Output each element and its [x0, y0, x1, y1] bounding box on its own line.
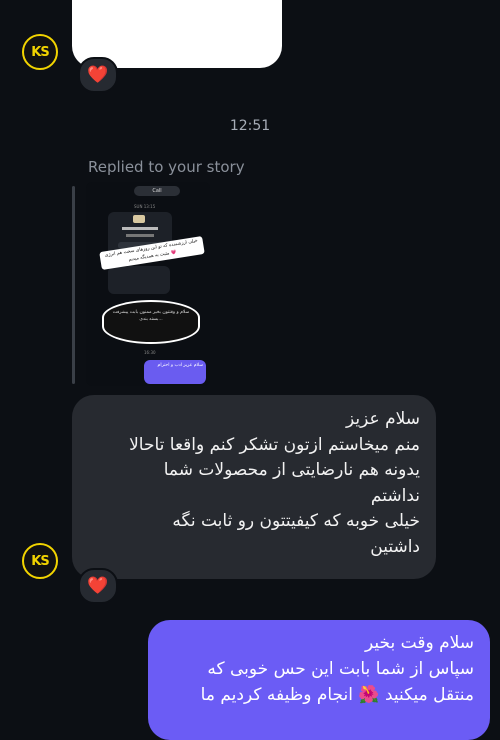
- avatar[interactable]: KS: [22, 543, 58, 579]
- outgoing-message-bubble[interactable]: سلام وقت بخیر سپاس از شما بابت این حس خو…: [148, 620, 490, 740]
- message-line: منم میخاستم ازتون تشکر کنم واقعا تاحالا: [129, 434, 420, 455]
- story-time-label: 16:30: [144, 350, 156, 355]
- message-line: منتقل میکنید 🌺 انجام وظیفه کردیم ما: [200, 685, 474, 705]
- story-gray-block: [108, 266, 170, 294]
- avatar-initials: KS: [31, 553, 49, 569]
- message-line: سلام وقت بخیر: [365, 633, 474, 653]
- avatar[interactable]: KS: [22, 34, 58, 70]
- story-date-label: SUN 13:15: [134, 204, 156, 209]
- avatar-initials: KS: [31, 44, 49, 60]
- incoming-message-bubble[interactable]: سلام عزیز منم میخاستم ازتون تشکر کنم واق…: [72, 395, 436, 579]
- heart-reaction-icon[interactable]: ❤️: [78, 57, 118, 93]
- story-card-logo: [133, 215, 145, 223]
- story-call-label: Call: [134, 186, 180, 196]
- story-dark-bubble: سلام و وقتتون بخیر ممنون بابت پیشرفت بست…: [102, 300, 200, 344]
- replied-to-story-label: Replied to your story: [88, 158, 245, 176]
- message-line: یدونه هم نارضایتی از محصولات شما: [163, 460, 420, 480]
- message-line: خیلی خوبه که کیفیتتون رو ثابت نگه: [172, 511, 420, 531]
- message-line: سلام عزیز: [346, 409, 420, 429]
- story-purple-bubble: سلام عزیز ادب و احترام: [144, 360, 206, 384]
- message-line: داشتین: [370, 536, 420, 557]
- story-preview[interactable]: Call SUN 13:15 خیلی ارزشمنده که تو این ر…: [86, 182, 210, 386]
- message-timestamp: 12:51: [229, 118, 271, 134]
- message-line: نداشتم: [370, 485, 420, 506]
- story-reply-indicator: [72, 186, 75, 384]
- message-line: سپاس از شما بابت این حس خوبی که: [207, 659, 474, 679]
- heart-reaction-icon[interactable]: ❤️: [78, 568, 118, 604]
